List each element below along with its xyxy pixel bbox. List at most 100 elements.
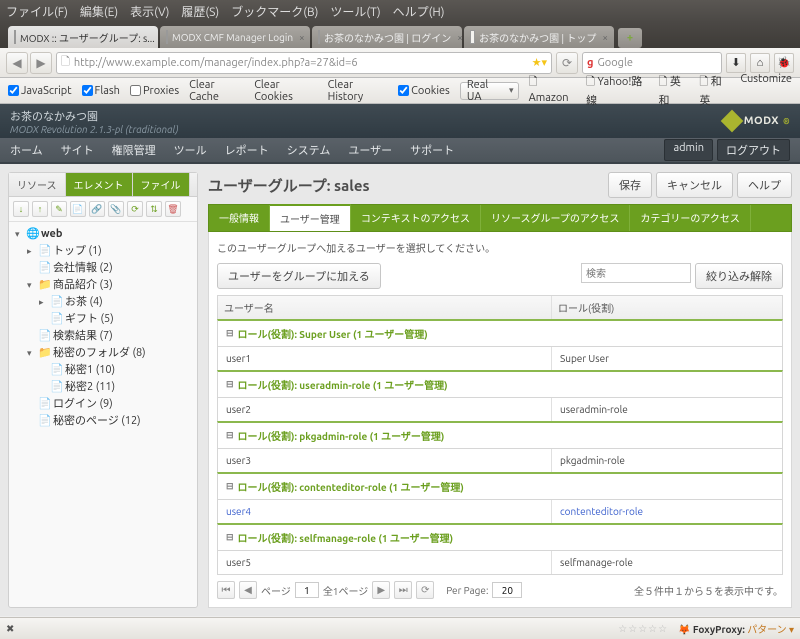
modx-nav-item[interactable]: ホーム [10, 142, 43, 158]
tree-item[interactable]: ▸📄お茶 (4) [15, 294, 191, 311]
tree-item[interactable]: 📄秘密のページ (12) [15, 413, 191, 430]
tree-item[interactable]: ▸📄トップ (1) [15, 243, 191, 260]
clear-cookies-button[interactable]: Clear Cookies [254, 79, 317, 103]
firebug-icon[interactable]: 🐞 [774, 53, 794, 73]
usergroup-tab-2[interactable]: コンテキストのアクセス [351, 205, 481, 231]
collapse-all-icon[interactable]: ↑ [32, 201, 48, 217]
tree-root[interactable]: ▾🌐web [15, 226, 191, 243]
save-button[interactable]: 保存 [608, 172, 652, 198]
browser-search[interactable]: gGoogle [582, 52, 722, 74]
col-username[interactable]: ユーザー名 [218, 296, 552, 319]
javascript-toggle[interactable]: JavaScript [8, 85, 72, 97]
new-symlink-icon[interactable]: 📎 [108, 201, 124, 217]
downloads-icon[interactable]: ⬇ [726, 53, 746, 73]
os-menu-item[interactable]: ヘルプ(H) [393, 3, 445, 20]
tree-item[interactable]: 📄秘密1 (10) [15, 362, 191, 379]
os-menu-item[interactable]: 履歴(S) [181, 3, 219, 20]
bookmark-yahoo[interactable]: 🗋 Yahoo!路線 [586, 73, 648, 108]
new-link-icon[interactable]: 🔗 [89, 201, 105, 217]
foxyproxy-status[interactable]: 🦊 FoxyProxy: パターン ▾ [678, 621, 794, 636]
collapse-icon[interactable]: ⊟ [226, 481, 234, 492]
bookmark-eiwa[interactable]: 🗋 英和 [658, 73, 689, 108]
group-header[interactable]: ⊟ ロール(役割): Super User (1 ユーザー管理) [217, 319, 783, 347]
logout-button[interactable]: ログアウト [717, 139, 790, 161]
clear-filter-button[interactable]: 絞り込み解除 [695, 263, 783, 289]
close-icon[interactable]: × [299, 32, 305, 43]
pager-prev-button[interactable]: ◀ [239, 581, 257, 599]
close-icon[interactable]: × [457, 32, 462, 43]
modx-nav-item[interactable]: サイト [61, 142, 94, 158]
close-icon[interactable]: × [602, 32, 608, 43]
collapse-icon[interactable]: ⊟ [226, 328, 234, 339]
bookmark-waei[interactable]: 🗋 和英 [699, 73, 730, 108]
new-tab-button[interactable]: + [618, 28, 642, 48]
browser-tab[interactable]: MODX CMF Manager Login× [160, 26, 310, 48]
os-menu-item[interactable]: ツール(T) [330, 3, 380, 20]
group-header[interactable]: ⊟ ロール(役割): pkgadmin-role (1 ユーザー管理) [217, 421, 783, 449]
ua-select[interactable]: Real UA [460, 82, 519, 100]
tree-item[interactable]: 📄会社情報 (2) [15, 260, 191, 277]
pager-first-button[interactable]: ⏮ [217, 581, 235, 599]
help-button[interactable]: ヘルプ [737, 172, 792, 198]
left-tab-2[interactable]: ファイル [133, 173, 190, 196]
tree-item[interactable]: 📄ログイン (9) [15, 396, 191, 413]
user-row[interactable]: user4contenteditor-role [217, 500, 783, 524]
browser-tab[interactable]: お茶のなかみつ園 | トップ× [464, 26, 614, 48]
user-row[interactable]: user5selfmanage-role [217, 551, 783, 575]
admin-user-button[interactable]: admin [664, 139, 713, 161]
user-row[interactable]: user1Super User [217, 347, 783, 371]
os-menu-item[interactable]: ファイル(F) [6, 3, 68, 20]
usergroup-tab-0[interactable]: 一般情報 [209, 205, 270, 231]
tree-item[interactable]: ▾📁秘密のフォルダ (8) [15, 345, 191, 362]
usergroup-tab-4[interactable]: カテゴリーのアクセス [630, 205, 751, 231]
address-bar[interactable]: 🗋 http://www.example.com/manager/index.p… [56, 52, 552, 74]
modx-nav-item[interactable]: 権限管理 [112, 142, 156, 158]
pager-page-input[interactable] [295, 582, 319, 598]
nav-forward-button[interactable]: ▶ [30, 52, 52, 74]
clear-cache-button[interactable]: Clear Cache [189, 79, 244, 103]
reload-button[interactable]: ⟳ [556, 52, 578, 74]
os-menu-item[interactable]: ブックマーク(B) [231, 3, 318, 20]
collapse-icon[interactable]: ⊟ [226, 379, 234, 390]
user-row[interactable]: user3pkgadmin-role [217, 449, 783, 473]
cancel-button[interactable]: キャンセル [656, 172, 733, 198]
browser-tab[interactable]: MODX :: ユーザーグループ: s...× [8, 26, 158, 48]
bookmark-amazon[interactable]: 🗋 Amazon [529, 73, 577, 108]
group-header[interactable]: ⊟ ロール(役割): contenteditor-role (1 ユーザー管理) [217, 472, 783, 500]
usergroup-tab-1[interactable]: ユーザー管理 [270, 204, 351, 231]
modx-nav-item[interactable]: ユーザー [348, 142, 392, 158]
pager-next-button[interactable]: ▶ [372, 581, 390, 599]
left-tab-0[interactable]: リソース [9, 173, 66, 196]
user-search-input[interactable] [581, 263, 691, 283]
rating-stars[interactable]: ☆☆☆☆☆ [618, 623, 668, 635]
col-role[interactable]: ロール(役割) [552, 296, 782, 319]
per-page-input[interactable] [492, 582, 522, 598]
modx-nav-item[interactable]: ツール [174, 142, 207, 158]
collapse-icon[interactable]: ⊟ [226, 532, 234, 543]
sort-icon[interactable]: ⇅ [146, 201, 162, 217]
tree-item[interactable]: ▾📁商品紹介 (3) [15, 277, 191, 294]
modx-nav-item[interactable]: レポート [225, 142, 269, 158]
group-header[interactable]: ⊟ ロール(役割): useradmin-role (1 ユーザー管理) [217, 370, 783, 398]
pager-refresh-button[interactable]: ⟳ [416, 581, 434, 599]
nav-back-button[interactable]: ◀ [6, 52, 28, 74]
home-icon[interactable]: ⌂ [750, 53, 770, 73]
new-resource-icon[interactable]: ✎ [51, 201, 67, 217]
collapse-icon[interactable]: ⊟ [226, 430, 234, 441]
usergroup-tab-3[interactable]: リソースグループのアクセス [481, 205, 630, 231]
expand-all-icon[interactable]: ↓ [13, 201, 29, 217]
cookies-toggle[interactable]: Cookies [398, 85, 450, 97]
tree-item[interactable]: 📄秘密2 (11) [15, 379, 191, 396]
user-row[interactable]: user2useradmin-role [217, 398, 783, 422]
tree-item[interactable]: 📄検索結果 (7) [15, 328, 191, 345]
left-tab-1[interactable]: エレメント [66, 173, 133, 196]
os-menu-item[interactable]: 編集(E) [80, 3, 118, 20]
os-menu-item[interactable]: 表示(V) [130, 3, 169, 20]
modx-nav-item[interactable]: サポート [410, 142, 454, 158]
clear-history-button[interactable]: Clear History [328, 79, 389, 103]
group-header[interactable]: ⊟ ロール(役割): selfmanage-role (1 ユーザー管理) [217, 523, 783, 551]
browser-tab[interactable]: お茶のなかみつ園 | ログイン× [312, 26, 462, 48]
modx-nav-item[interactable]: システム [287, 142, 331, 158]
pager-last-button[interactable]: ⏭ [394, 581, 412, 599]
addon-icon[interactable]: ✖ [6, 623, 14, 635]
